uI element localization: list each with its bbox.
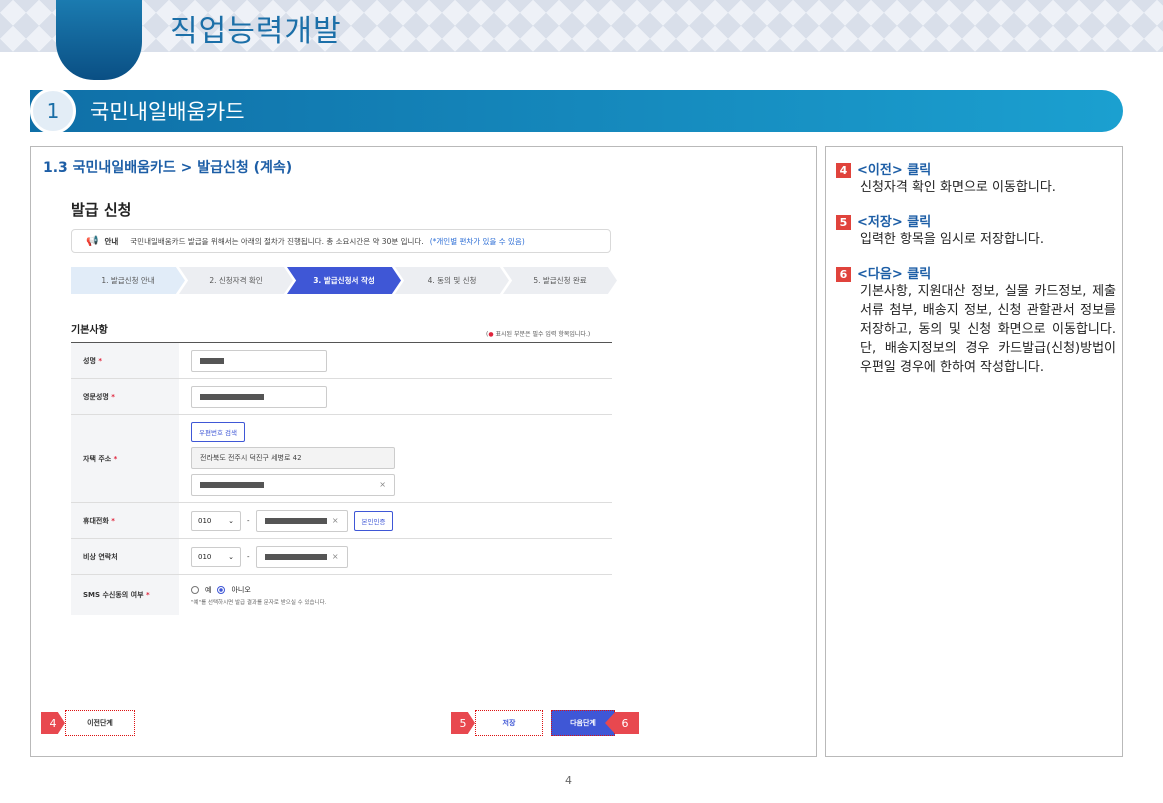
sms-no-radio[interactable] [217, 585, 226, 594]
sms-note: "예"를 선택하시면 발급 결과를 문자로 받으실 수 있습니다. [191, 599, 327, 606]
label-eng-name: 영문성명 * [71, 379, 179, 414]
side-item-next: 6 <다음> 클릭 기본사항, 지원대산 정보, 실물 카드정보, 제출서류 첨부… [836, 263, 1116, 377]
side-num-5: 5 [836, 215, 851, 230]
required-mark: * [98, 356, 102, 365]
side-item-save: 5 <저장> 클릭 입력한 항목을 임시로 저장합니다. [836, 211, 1116, 249]
clear-icon[interactable]: × [332, 516, 339, 525]
row-emergency: 비상 연락처 010 ⌄ - × [71, 539, 612, 575]
required-mark: * [111, 392, 115, 401]
clear-icon[interactable]: × [332, 552, 339, 561]
address-line2-input[interactable]: × [191, 473, 395, 496]
label-eng-name-text: 영문성명 [83, 392, 109, 401]
redacted-value [200, 393, 264, 400]
save-button[interactable]: 저장 [475, 710, 543, 736]
required-note: (● 표시된 부분은 필수 입력 항목입니다.) [486, 329, 590, 338]
side-desc-next: 기본사항, 지원대산 정보, 실물 카드정보, 제출서류 첨부, 배송지 정보,… [860, 284, 1116, 375]
chevron-down-icon: ⌄ [228, 516, 234, 525]
step-indicator: 1. 발급신청 안내 2. 신청자격 확인 3. 발급신청서 작성 4. 동의 … [71, 267, 617, 294]
row-name: 성명 * [71, 343, 612, 379]
required-dot-icon: ● [488, 331, 494, 338]
marker-4: 4 [41, 712, 65, 734]
required-mark: * [113, 454, 118, 463]
dash-separator: - [247, 516, 250, 525]
label-name-text: 성명 [83, 356, 96, 365]
sub-title: 1.3 국민내일배움카드 > 발급신청 (계속) [43, 160, 293, 176]
marker-5: 5 [451, 712, 475, 734]
redacted-value [264, 517, 327, 524]
notice-text: 국민내일배움카드 발급을 위해서는 아래의 절차가 진행됩니다. 총 소요시간은… [130, 236, 424, 246]
address-line1-input[interactable]: 전라북도 전주시 덕진구 세병로 42 [191, 446, 395, 469]
main-panel: 1.3 국민내일배움카드 > 발급신청 (계속) 발급 신청 📢 안내 국민내일… [30, 146, 817, 757]
identity-verify-button[interactable]: 본인인증 [353, 510, 394, 531]
sms-no-label: 아니오 [231, 585, 251, 594]
label-address: 자택 주소 * [71, 415, 179, 502]
side-desc-prev: 신청자격 확인 화면으로 이동합니다. [860, 180, 1056, 195]
basic-info-form: 성명 * 영문성명 * 자택 주소 * 우편번호 검색 전라북도 전주시 덕진구… [71, 342, 612, 615]
side-desc-save: 입력한 항목을 임시로 저장합니다. [860, 232, 1044, 247]
label-mobile: 휴대전화 * [71, 503, 179, 538]
emergency-prefix-value: 010 [198, 552, 212, 561]
row-sms: SMS 수신동의 여부 * 예 아니오 "예"를 선택하시면 발급 결과를 문자… [71, 575, 612, 615]
side-head-prev: <이전> 클릭 [857, 163, 932, 178]
side-num-4: 4 [836, 163, 851, 178]
issue-title: 발급 신청 [71, 201, 132, 219]
redacted-value [200, 481, 264, 488]
row-eng-name: 영문성명 * [71, 379, 612, 415]
row-mobile: 휴대전화 * 010 ⌄ - × 본인인증 [71, 503, 612, 539]
side-head-next: <다음> 클릭 [857, 267, 932, 282]
mobile-prefix-select[interactable]: 010 ⌄ [191, 510, 241, 531]
page-title: 직업능력개발 [170, 14, 342, 49]
notice-label: 안내 [104, 236, 119, 246]
notice-emphasis: (*개인별 편차가 있을 수 있음) [429, 236, 525, 246]
required-note-text: 표시된 부분은 필수 입력 항목입니다. [495, 331, 588, 338]
label-address-text: 자택 주소 [83, 454, 112, 463]
zipcode-search-button[interactable]: 우편번호 검색 [191, 421, 245, 442]
basic-info-title: 기본사항 [71, 325, 108, 336]
notice-box: 📢 안내 국민내일배움카드 발급을 위해서는 아래의 절차가 진행됩니다. 총 … [71, 229, 611, 253]
label-emergency: 비상 연락처 [71, 539, 179, 574]
section-number: 1 [30, 88, 76, 134]
step-2: 2. 신청자격 확인 [179, 267, 293, 294]
header-tab-decoration [56, 0, 142, 80]
row-address: 자택 주소 * 우편번호 검색 전라북도 전주시 덕진구 세병로 42 × [71, 415, 612, 503]
mobile-number-input[interactable]: × [255, 509, 348, 532]
label-name: 성명 * [71, 343, 179, 378]
side-panel: 4 <이전> 클릭 신청자격 확인 화면으로 이동합니다. 5 <저장> 클릭 입력… [825, 146, 1123, 757]
chevron-down-icon: ⌄ [228, 552, 234, 561]
sms-yes-label: 예 [205, 585, 212, 594]
step-1: 1. 발급신청 안내 [71, 267, 185, 294]
side-head-save: <저장> 클릭 [857, 215, 932, 230]
side-num-6: 6 [836, 267, 851, 282]
name-input[interactable] [191, 349, 327, 372]
eng-name-input[interactable] [191, 385, 327, 408]
required-mark: * [111, 516, 115, 525]
label-mobile-text: 휴대전화 [83, 516, 109, 525]
required-mark: * [146, 591, 150, 599]
label-sms: SMS 수신동의 여부 * [71, 575, 179, 615]
step-5: 5. 발급신청 완료 [503, 267, 617, 294]
redacted-value [200, 357, 224, 364]
section-title: 국민내일배움카드 [90, 100, 245, 124]
step-4: 4. 동의 및 신청 [395, 267, 509, 294]
megaphone-icon: 📢 [86, 235, 99, 247]
emergency-number-input[interactable]: × [255, 545, 348, 568]
prev-button[interactable]: 이전단계 [65, 710, 135, 736]
dash-separator: - [247, 552, 250, 561]
clear-icon[interactable]: × [379, 480, 386, 489]
mobile-prefix-value: 010 [198, 516, 212, 525]
redacted-value [264, 553, 327, 560]
required-note-close: ) [587, 331, 591, 338]
label-sms-text: SMS 수신동의 여부 [83, 591, 144, 599]
sms-yes-radio[interactable] [191, 585, 199, 594]
side-item-prev: 4 <이전> 클릭 신청자격 확인 화면으로 이동합니다. [836, 159, 1116, 197]
step-3-active: 3. 발급신청서 작성 [287, 267, 401, 294]
page-number: 4 [565, 774, 572, 787]
emergency-prefix-select[interactable]: 010 ⌄ [191, 546, 241, 567]
